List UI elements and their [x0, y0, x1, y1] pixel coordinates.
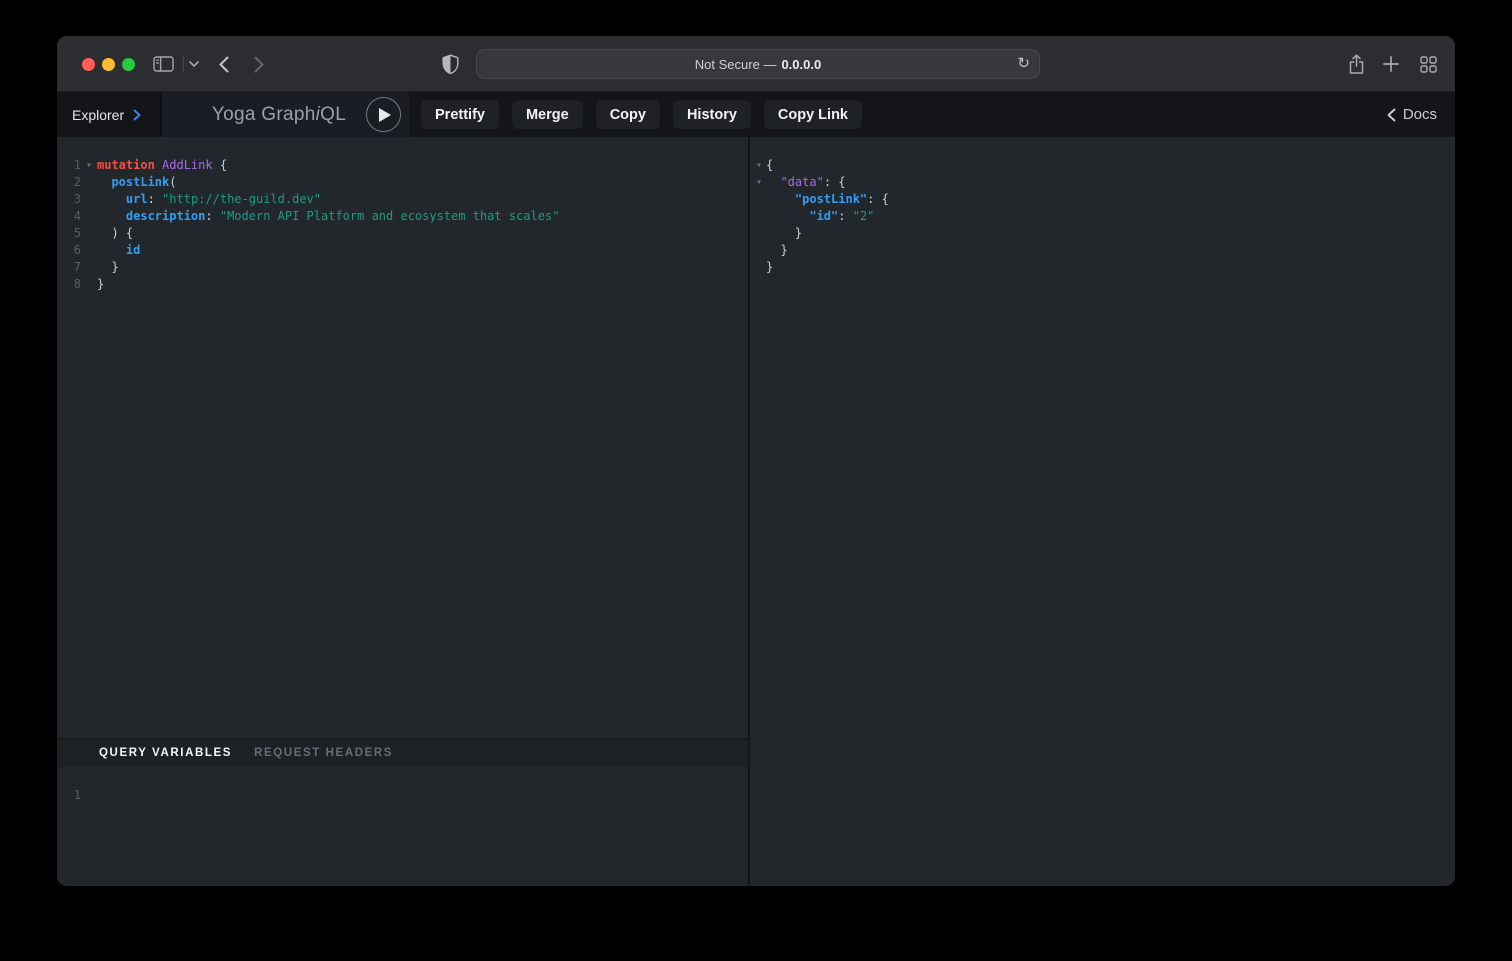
tab-request-headers[interactable]: REQUEST HEADERS	[254, 747, 393, 759]
fold-spacer	[752, 191, 766, 208]
fold-spacer	[81, 259, 97, 276]
left-pane: 1▾mutation AddLink {2 postLink(3 url: "h…	[57, 137, 748, 886]
code-text: description: "Modern API Platform and ec…	[97, 208, 559, 225]
prettify-button[interactable]: Prettify	[421, 100, 499, 129]
line-number: 3	[57, 191, 81, 208]
code-text: mutation AddLink {	[97, 157, 227, 174]
query-editor[interactable]: 1▾mutation AddLink {2 postLink(3 url: "h…	[57, 137, 748, 738]
explorer-toggle[interactable]: Explorer	[57, 92, 161, 137]
sidebar-toggle-icon[interactable]	[153, 36, 174, 92]
code-text: }	[97, 276, 104, 293]
tab-overview-icon[interactable]	[1420, 36, 1437, 92]
code-text: "data": {	[766, 174, 846, 191]
code-text: postLink(	[97, 174, 176, 191]
code-line: ▾ "data": {	[752, 174, 1455, 191]
copy-link-button[interactable]: Copy Link	[764, 100, 862, 129]
browser-chrome-bar: Not Secure — 0.0.0.0 ↻	[57, 36, 1455, 92]
fold-arrow-icon[interactable]: ▾	[752, 157, 766, 174]
code-text: }	[766, 225, 802, 242]
code-line: }	[752, 242, 1455, 259]
main-area: 1▾mutation AddLink {2 postLink(3 url: "h…	[57, 137, 1455, 886]
code-text: url: "http://the-guild.dev"	[97, 191, 321, 208]
response-viewer: ▾{▾ "data": { "postLink": { "id": "2" } …	[750, 137, 1455, 886]
code-line: 1▾mutation AddLink {	[57, 157, 748, 174]
fold-spacer	[752, 242, 766, 259]
graphiql-toolbar: Explorer Yoga GraphiQL Prettify Merge Co…	[57, 92, 1455, 137]
line-number: 7	[57, 259, 81, 276]
security-label: Not Secure —	[695, 57, 777, 72]
chrome-divider	[183, 56, 184, 73]
chevron-right-icon	[133, 109, 141, 121]
line-number: 1	[57, 787, 81, 804]
code-text: ) {	[97, 225, 133, 242]
sidebar-chevron-down-icon[interactable]	[189, 36, 199, 92]
tab-query-variables[interactable]: QUERY VARIABLES	[99, 747, 232, 759]
fold-spacer	[81, 174, 97, 191]
code-line: ▾{	[752, 157, 1455, 174]
code-text: }	[97, 259, 119, 276]
line-number: 8	[57, 276, 81, 293]
code-text: "postLink": {	[766, 191, 889, 208]
fold-spacer	[752, 225, 766, 242]
fold-spacer	[81, 191, 97, 208]
execute-query-button[interactable]	[366, 97, 401, 132]
fold-spacer	[81, 225, 97, 242]
line-number: 2	[57, 174, 81, 191]
reload-icon[interactable]: ↻	[1017, 55, 1030, 73]
explorer-label: Explorer	[72, 107, 124, 123]
line-number: 5	[57, 225, 81, 242]
page-title: Yoga GraphiQL	[212, 92, 346, 137]
docs-toggle[interactable]: Docs	[1387, 92, 1437, 137]
merge-button[interactable]: Merge	[512, 100, 583, 129]
browser-window: Not Secure — 0.0.0.0 ↻	[57, 36, 1455, 886]
copy-button[interactable]: Copy	[596, 100, 660, 129]
code-line: }	[752, 225, 1455, 242]
code-text: id	[97, 242, 140, 259]
fold-spacer	[81, 208, 97, 225]
share-icon[interactable]	[1348, 36, 1365, 92]
forward-button-icon[interactable]	[254, 36, 264, 92]
privacy-shield-icon[interactable]	[442, 36, 459, 92]
chevron-left-icon	[1387, 108, 1396, 122]
minimize-window-button[interactable]	[102, 58, 115, 71]
code-line: 4 description: "Modern API Platform and …	[57, 208, 748, 225]
code-line: 5 ) {	[57, 225, 748, 242]
code-text: }	[766, 242, 788, 259]
code-line: 7 }	[57, 259, 748, 276]
url-host: 0.0.0.0	[781, 57, 821, 72]
code-line: 6 id	[57, 242, 748, 259]
play-icon	[379, 108, 391, 122]
fold-arrow-icon[interactable]: ▾	[81, 157, 97, 174]
fold-spacer	[81, 276, 97, 293]
toolbar-buttons: Prettify Merge Copy History Copy Link	[421, 100, 862, 129]
fold-arrow-icon[interactable]: ▾	[752, 174, 766, 191]
code-line: 2 postLink(	[57, 174, 748, 191]
code-line: 1	[57, 787, 748, 804]
line-number: 1	[57, 157, 81, 174]
close-window-button[interactable]	[82, 58, 95, 71]
line-number: 6	[57, 242, 81, 259]
code-line: 3 url: "http://the-guild.dev"	[57, 191, 748, 208]
code-text: {	[766, 157, 773, 174]
new-tab-plus-icon[interactable]	[1383, 36, 1399, 92]
secondary-editor-tabs: QUERY VARIABLES REQUEST HEADERS	[57, 738, 748, 767]
history-button[interactable]: History	[673, 100, 751, 129]
line-number: 4	[57, 208, 81, 225]
variables-editor[interactable]: 1	[57, 767, 748, 886]
fold-spacer	[81, 242, 97, 259]
zoom-window-button[interactable]	[122, 58, 135, 71]
fold-spacer	[752, 208, 766, 225]
code-line: }	[752, 259, 1455, 276]
code-line: 8}	[57, 276, 748, 293]
code-line: "id": "2"	[752, 208, 1455, 225]
code-line: "postLink": {	[752, 191, 1455, 208]
address-bar[interactable]: Not Secure — 0.0.0.0 ↻	[476, 49, 1040, 79]
docs-label: Docs	[1403, 106, 1437, 123]
back-button-icon[interactable]	[219, 36, 229, 92]
code-text: }	[766, 259, 773, 276]
fold-spacer	[752, 259, 766, 276]
code-text: "id": "2"	[766, 208, 874, 225]
